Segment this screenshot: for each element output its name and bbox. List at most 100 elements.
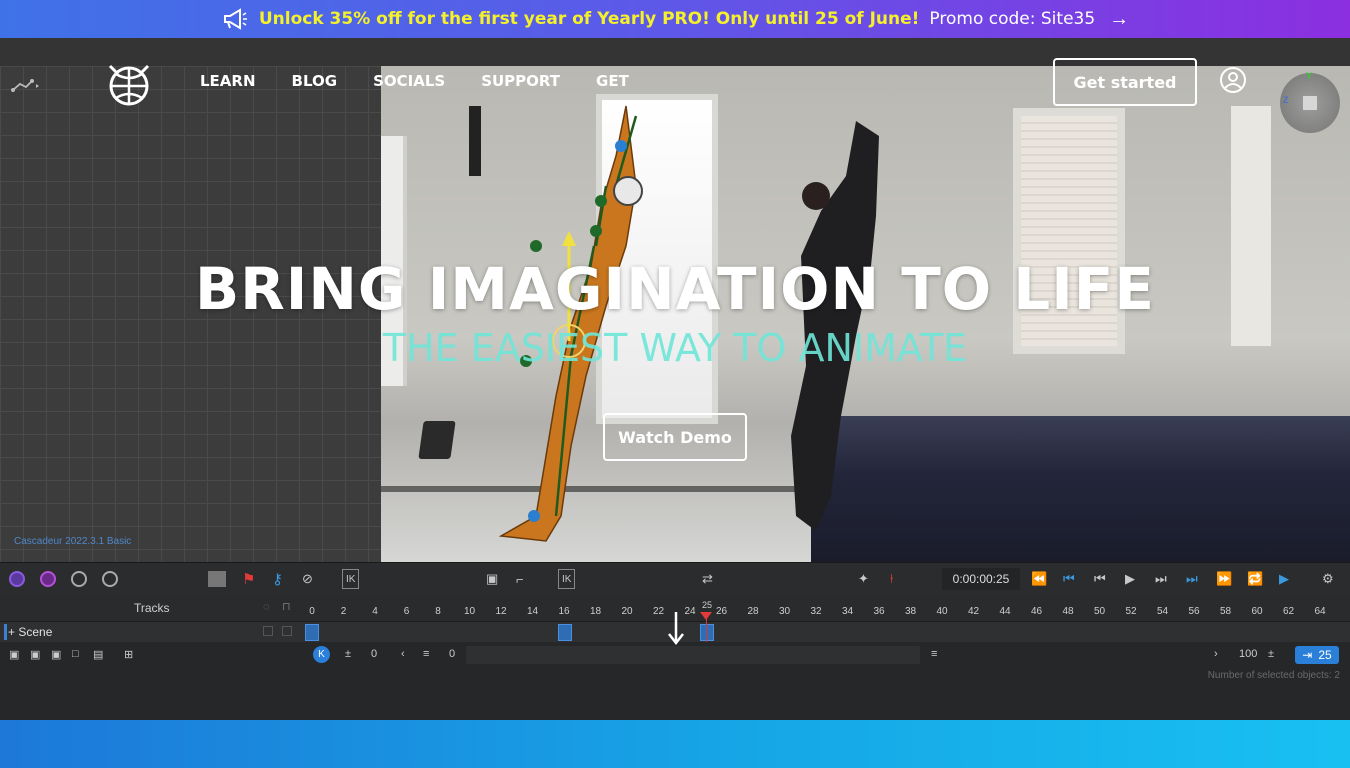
ruler-tick: 6	[403, 606, 410, 617]
site-nav: LEARN BLOG SOCIALS SUPPORT GET	[200, 72, 629, 90]
scroll-down-arrow-icon[interactable]	[666, 610, 686, 646]
gizmo-center	[1303, 96, 1317, 110]
ik-fk-toggle[interactable]: IK	[558, 569, 576, 589]
scene-visibility-toggle[interactable]	[263, 626, 273, 636]
auto-pose-icon[interactable]: ✦	[858, 569, 869, 589]
ruler-tick: 22	[652, 606, 665, 617]
watch-demo-button[interactable]: Watch Demo	[603, 413, 747, 461]
ruler-tick: 20	[621, 606, 633, 617]
range-start[interactable]: 0	[371, 648, 377, 660]
ruler-tick: 64	[1314, 606, 1326, 617]
scene-lock-toggle[interactable]	[282, 626, 292, 636]
keyframe-0[interactable]	[305, 624, 319, 641]
layout-icon-2[interactable]: ▣	[30, 648, 40, 661]
range-end-menu-icon[interactable]: ≡	[931, 648, 937, 660]
autophysics-icon[interactable]	[40, 569, 56, 589]
swap-icon[interactable]: ⇄	[702, 569, 713, 589]
ruler-tick: 54	[1156, 606, 1169, 617]
ruler-tick: 40	[936, 606, 948, 617]
bed	[811, 416, 1350, 562]
ruler-tick: 0	[309, 606, 315, 617]
view-cube-gizmo[interactable]: Y Z	[1280, 71, 1340, 133]
arrow-right-icon[interactable]: →	[1109, 8, 1129, 31]
fps-icon: ⇥	[1302, 648, 1313, 662]
ruler-tick: 48	[1062, 606, 1074, 617]
settings-gear-icon[interactable]: ⚙	[1322, 569, 1334, 589]
key-icon[interactable]: ⚷	[272, 569, 283, 589]
prev-frame-icon[interactable]: ⏮	[1094, 569, 1106, 589]
ruler-tick: 2	[340, 606, 347, 617]
ruler-tick: 62	[1282, 606, 1295, 617]
loop-icon[interactable]	[102, 569, 118, 589]
interpolation-icon[interactable]	[71, 569, 87, 589]
end-plus-minus-icon[interactable]: ±	[1268, 648, 1274, 660]
end-value[interactable]: 100	[1239, 648, 1257, 660]
flag-icon[interactable]: ⚑	[242, 569, 255, 589]
promo-headline[interactable]: Unlock 35% off for the first year of Yea…	[259, 9, 920, 29]
promo-code[interactable]: Promo code: Site35	[929, 9, 1095, 29]
scene-track-label[interactable]: + Scene	[8, 625, 52, 639]
range-right-icon[interactable]: ›	[1214, 648, 1218, 660]
ruler-tick: 50	[1093, 606, 1106, 617]
curve-icon[interactable]: ⌐	[516, 569, 524, 589]
scene-track-marker	[4, 624, 7, 640]
fps-button[interactable]: ⇥ 25	[1295, 646, 1339, 664]
gizmo-y-label: Y	[1306, 71, 1313, 81]
layout-icon-6[interactable]: ⊞	[124, 648, 133, 661]
promo-banner[interactable]: Unlock 35% off for the first year of Yea…	[0, 0, 1350, 38]
eye-hidden-icon[interactable]: ◌	[263, 601, 270, 613]
nav-learn[interactable]: LEARN	[200, 72, 256, 90]
go-start-icon[interactable]: ⏮	[1063, 569, 1075, 589]
keyframe-16[interactable]	[558, 624, 572, 641]
frame-select-icon[interactable]: ▣	[486, 569, 498, 589]
go-end-icon[interactable]: ⏭	[1186, 569, 1198, 589]
ruler-tick: 12	[495, 606, 507, 617]
frame-ruler[interactable]: 0 2 4 6 8 10 12 14 16 18 20 22 24 26 28 30 32 34 36 38 40 42 4…	[302, 594, 1350, 622]
ruler-tick: 30	[778, 606, 791, 617]
ruler-tick: 58	[1219, 606, 1232, 617]
layout-icon-1[interactable]: ▣	[9, 648, 19, 661]
start-marker-icon[interactable]: K	[313, 646, 330, 663]
ruler-tick: 60	[1251, 606, 1263, 617]
layout-icon-5[interactable]: ▤	[93, 648, 103, 661]
nav-get[interactable]: GET	[596, 72, 629, 90]
playback-mode-icon[interactable]: ▶	[1279, 569, 1289, 589]
ruler-tick: 38	[904, 606, 917, 617]
user-icon[interactable]	[1219, 66, 1247, 94]
nav-socials[interactable]: SOCIALS	[373, 72, 445, 90]
ruler-tick: 26	[715, 606, 728, 617]
selection-status: Number of selected objects: 2	[1207, 670, 1340, 681]
cascadeur-logo[interactable]	[104, 60, 154, 106]
range-left-icon[interactable]: ‹	[401, 648, 405, 660]
next-frame-icon[interactable]: ⏭	[1155, 569, 1167, 589]
disable-icon[interactable]: ⊘	[302, 569, 313, 589]
hero-title: BRING IMAGINATION TO LIFE	[194, 255, 1156, 323]
nav-support[interactable]: SUPPORT	[481, 72, 560, 90]
plus-minus-icon[interactable]: ±	[345, 648, 351, 660]
rewind-icon[interactable]: ⏪	[1031, 569, 1047, 589]
range-offset[interactable]: 0	[449, 648, 455, 660]
time-display[interactable]: 0:00:00:25	[942, 568, 1020, 590]
lock-icon[interactable]: ⊓	[282, 600, 291, 613]
repeat-icon[interactable]: 🔁	[1247, 569, 1263, 589]
nav-blog[interactable]: BLOG	[292, 72, 338, 90]
ruler-tick: 14	[526, 606, 539, 617]
playhead-marker[interactable]	[700, 612, 712, 620]
ruler-tick: 56	[1188, 606, 1200, 617]
ruler-tick: 28	[747, 606, 759, 617]
range-menu-icon[interactable]: ≡	[423, 648, 429, 660]
mirror-icon[interactable]	[208, 571, 226, 587]
ruler-tick: 18	[589, 606, 602, 617]
get-started-button[interactable]: Get started	[1053, 58, 1197, 106]
keyframe-25[interactable]	[700, 624, 714, 641]
physics-icon[interactable]	[9, 569, 25, 589]
timeline-range-scrollbar[interactable]	[466, 646, 920, 664]
ik-toggle[interactable]: IK	[342, 569, 360, 589]
play-icon[interactable]: ▶	[1125, 569, 1135, 589]
layout-icon-3[interactable]: ▣	[51, 648, 61, 661]
fast-forward-icon[interactable]: ⏩	[1216, 569, 1232, 589]
transform-tool-icon[interactable]	[10, 76, 44, 98]
layout-icon-4[interactable]: □	[72, 648, 79, 660]
pin-icon[interactable]: ⍿	[890, 569, 893, 589]
ruler-tick: 36	[873, 606, 885, 617]
